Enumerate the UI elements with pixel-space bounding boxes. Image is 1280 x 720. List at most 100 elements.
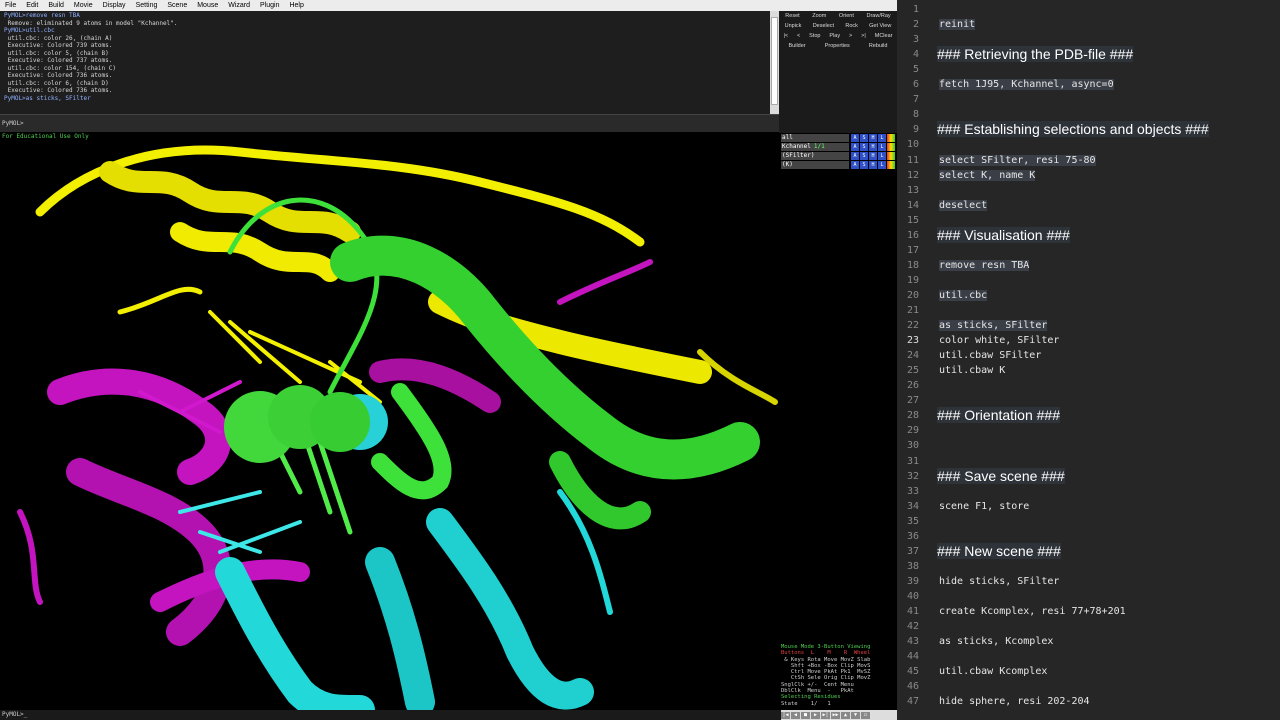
object-action-l[interactable]: L [878,161,886,169]
object-action-s[interactable]: S [860,134,868,142]
full-screen-icon[interactable]: ◻ [861,711,870,719]
menu-item-plugin[interactable]: Plugin [255,2,284,9]
object-action-s[interactable]: S [860,152,868,160]
editor-line[interactable]: 20 util.cbc [897,289,1280,304]
editor-line[interactable]: 29 [897,424,1280,439]
object-row[interactable]: (SFilter) A S H L [780,152,896,160]
editor-line[interactable]: 2 reinit [897,18,1280,33]
control-button[interactable]: >| [861,33,866,39]
editor-line[interactable]: 26 [897,379,1280,394]
control-button[interactable]: Reset [785,13,799,19]
bottom-command-prompt[interactable]: PyMOL>_ [0,710,781,720]
editor-line[interactable]: 18 remove resn TBA [897,259,1280,274]
3d-viewer[interactable]: For Educational Use Only [0,132,779,710]
protein-structure-render[interactable] [0,132,779,710]
object-action-l[interactable]: L [878,152,886,160]
control-button[interactable]: |< [783,33,788,39]
object-action-s[interactable]: S [860,143,868,151]
menu-item-movie[interactable]: Movie [69,2,98,9]
editor-line[interactable]: 46 [897,680,1280,695]
editor-line[interactable]: 6 fetch 1J95, Kchannel, async=0 [897,78,1280,93]
console-scrollbar[interactable] [770,11,779,114]
command-line[interactable]: PyMOL> [0,114,779,133]
color-action-icon[interactable] [887,143,895,151]
object-name[interactable]: (SFilter) [781,152,849,160]
editor-line[interactable]: 37 ### New scene ### [897,542,1280,560]
editor-line[interactable]: 21 [897,304,1280,319]
editor-line[interactable]: 30 [897,439,1280,454]
color-action-icon[interactable] [887,152,895,160]
menu-item-setting[interactable]: Setting [131,2,163,9]
control-button[interactable]: Deselect [813,23,834,29]
object-row[interactable]: Kchannel 1/1 A S H L [780,143,896,151]
editor-line[interactable]: 23 color white, SFilter [897,334,1280,349]
play-icon[interactable]: ▶ [811,711,820,719]
menu-item-help[interactable]: Help [284,2,308,9]
object-action-h[interactable]: H [869,152,877,160]
object-action-a[interactable]: A [851,161,859,169]
object-name[interactable]: all [781,134,849,142]
editor-line[interactable]: 16 ### Visualisation ### [897,226,1280,244]
editor-line[interactable]: 41 create Kcomplex, resi 77+78+201 [897,605,1280,620]
control-button[interactable]: Rock [845,23,858,29]
editor-line[interactable]: 35 [897,515,1280,530]
object-action-a[interactable]: A [851,134,859,142]
object-action-s[interactable]: S [860,161,868,169]
scene-next-icon[interactable]: ▼ [851,711,860,719]
object-action-h[interactable]: H [869,161,877,169]
control-button[interactable]: > [849,33,852,39]
color-action-icon[interactable] [887,134,895,142]
first-frame-icon[interactable]: |◀ [781,711,790,719]
editor-line[interactable]: 13 [897,184,1280,199]
object-action-l[interactable]: L [878,143,886,151]
editor-line[interactable]: 38 [897,560,1280,575]
object-action-h[interactable]: H [869,134,877,142]
menu-item-build[interactable]: Build [43,2,69,9]
menu-item-wizard[interactable]: Wizard [223,2,255,9]
control-button[interactable]: Get View [869,23,891,29]
control-button[interactable]: Play [829,33,840,39]
editor-line[interactable]: 14 deselect [897,199,1280,214]
object-action-l[interactable]: L [878,134,886,142]
object-row[interactable]: all A S H L [780,134,896,142]
editor-line[interactable]: 10 [897,138,1280,153]
control-button[interactable]: Orient [839,13,854,19]
editor-line[interactable]: 32 ### Save scene ### [897,467,1280,485]
editor-line[interactable]: 33 [897,485,1280,500]
editor-line[interactable]: 44 [897,650,1280,665]
control-button[interactable]: Zoom [812,13,826,19]
editor-line[interactable]: 9 ### Establishing selections and objects… [897,121,1280,138]
editor-line[interactable]: 34 scene F1, store [897,500,1280,515]
scrollbar-thumb[interactable] [771,17,778,105]
editor-line[interactable]: 39 hide sticks, SFilter [897,575,1280,590]
menu-item-edit[interactable]: Edit [21,2,43,9]
stop-icon[interactable]: ■ [801,711,810,719]
editor-line[interactable]: 45 util.cbaw Kcomplex [897,665,1280,680]
control-button[interactable]: MClear [875,33,893,39]
editor-line[interactable]: 24 util.cbaw SFilter [897,349,1280,364]
editor-line[interactable]: 11 select SFilter, resi 75-80 [897,154,1280,169]
control-button[interactable]: Unpick [785,23,802,29]
editor-line[interactable]: 19 [897,274,1280,289]
last-frame-icon[interactable]: ▶▶ [831,711,840,719]
editor-line[interactable]: 1 [897,3,1280,18]
object-row[interactable]: (K) A S H L [780,161,896,169]
editor-line[interactable]: 47 hide sphere, resi 202-204 [897,695,1280,710]
control-button[interactable]: Stop [809,33,820,39]
object-name[interactable]: Kchannel 1/1 [781,143,849,151]
control-button[interactable]: Draw/Ray [867,13,891,19]
control-button[interactable]: Properties [825,43,850,49]
editor-line[interactable]: 12 select K, name K [897,169,1280,184]
color-action-icon[interactable] [887,161,895,169]
editor-line[interactable]: 22 as sticks, SFilter [897,319,1280,334]
object-action-a[interactable]: A [851,143,859,151]
object-action-h[interactable]: H [869,143,877,151]
editor-line[interactable]: 40 [897,590,1280,605]
menu-item-mouse[interactable]: Mouse [192,2,223,9]
editor-line[interactable]: 4 ### Retrieving the PDB-file ### [897,46,1280,63]
editor-line[interactable]: 28 ### Orientation ### [897,407,1280,424]
editor-line[interactable]: 7 [897,93,1280,108]
object-name[interactable]: (K) [781,161,849,169]
next-frame-icon[interactable]: ▶| [821,711,830,719]
script-editor[interactable]: 1 2 reinit 3 4 ### Retrieving the PDB-file ##… [897,0,1280,720]
